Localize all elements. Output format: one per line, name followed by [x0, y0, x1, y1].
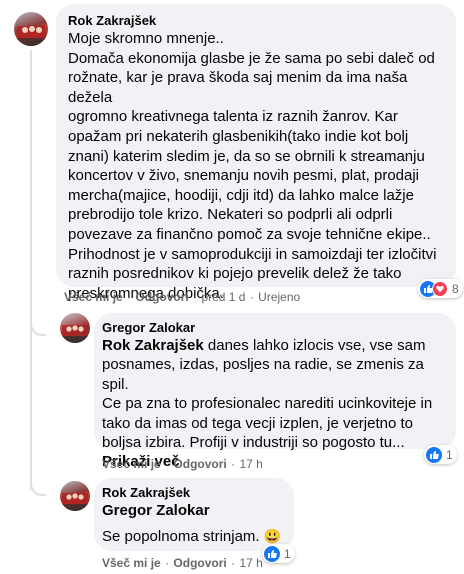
mention-link[interactable]: Gregor Zalokar	[102, 501, 286, 521]
comment-text: Se popolnoma strinjam.	[102, 528, 264, 545]
like-link[interactable]: Všeč mi je	[102, 556, 161, 570]
edited-label: Urejeno	[258, 290, 301, 304]
like-icon	[426, 446, 442, 463]
reply-bubble: Rok Zakrajšek Gregor Zalokar Se popolnom…	[94, 478, 294, 551]
avatar-photo-icon	[14, 26, 48, 46]
avatar[interactable]	[14, 12, 48, 46]
comment-text: Moje skromno mnenje.. Domača ekonomija g…	[68, 30, 437, 302]
timestamp[interactable]: pred 1 d	[201, 290, 245, 304]
avatar[interactable]	[60, 481, 90, 511]
reply-bubble: Gregor Zalokar Rok Zakrajšek danes lahko…	[94, 313, 456, 470]
comment-text: danes lahko izlocis vse, vse sam posname…	[102, 337, 433, 452]
reaction-number: 8	[452, 281, 459, 296]
reply-link[interactable]: Odgovori	[173, 457, 226, 471]
like-link[interactable]: Všeč mi je	[64, 290, 123, 304]
mention-link[interactable]: Rok Zakrajšek	[102, 337, 204, 354]
comment-actions: Všeč mi je · Odgovori · pred 1 d · Ureje…	[64, 290, 301, 304]
reply-link[interactable]: Odgovori	[173, 556, 226, 570]
avatar[interactable]	[60, 313, 90, 343]
reaction-count[interactable]: 1	[424, 445, 457, 464]
like-icon	[264, 545, 280, 562]
comment-author[interactable]: Gregor Zalokar	[102, 319, 448, 336]
reaction-number: 1	[284, 546, 291, 561]
like-link[interactable]: Všeč mi je	[102, 457, 161, 471]
smiley-emoji-icon: 😃	[263, 528, 282, 544]
avatar-photo-icon	[60, 493, 90, 511]
comment-bubble: Rok Zakrajšek Moje skromno mnenje.. Doma…	[56, 4, 456, 302]
avatar-photo-icon	[60, 325, 90, 343]
timestamp[interactable]: 17 h	[239, 556, 262, 570]
thread-line	[30, 50, 32, 490]
thread-connector	[30, 318, 46, 336]
comment-author[interactable]: Rok Zakrajšek	[102, 484, 286, 501]
thread-connector	[30, 478, 46, 496]
comment-author[interactable]: Rok Zakrajšek	[68, 12, 444, 29]
reply-link[interactable]: Odgovori	[135, 290, 188, 304]
timestamp[interactable]: 17 h	[239, 457, 262, 471]
reaction-count[interactable]: 1	[262, 544, 295, 563]
reaction-number: 1	[446, 447, 453, 462]
comment-actions: Všeč mi je · Odgovori · 17 h	[102, 457, 263, 471]
comment-actions: Všeč mi je · Odgovori · 17 h	[102, 556, 263, 570]
reaction-count[interactable]: 8	[418, 279, 463, 298]
heart-icon	[432, 280, 448, 297]
